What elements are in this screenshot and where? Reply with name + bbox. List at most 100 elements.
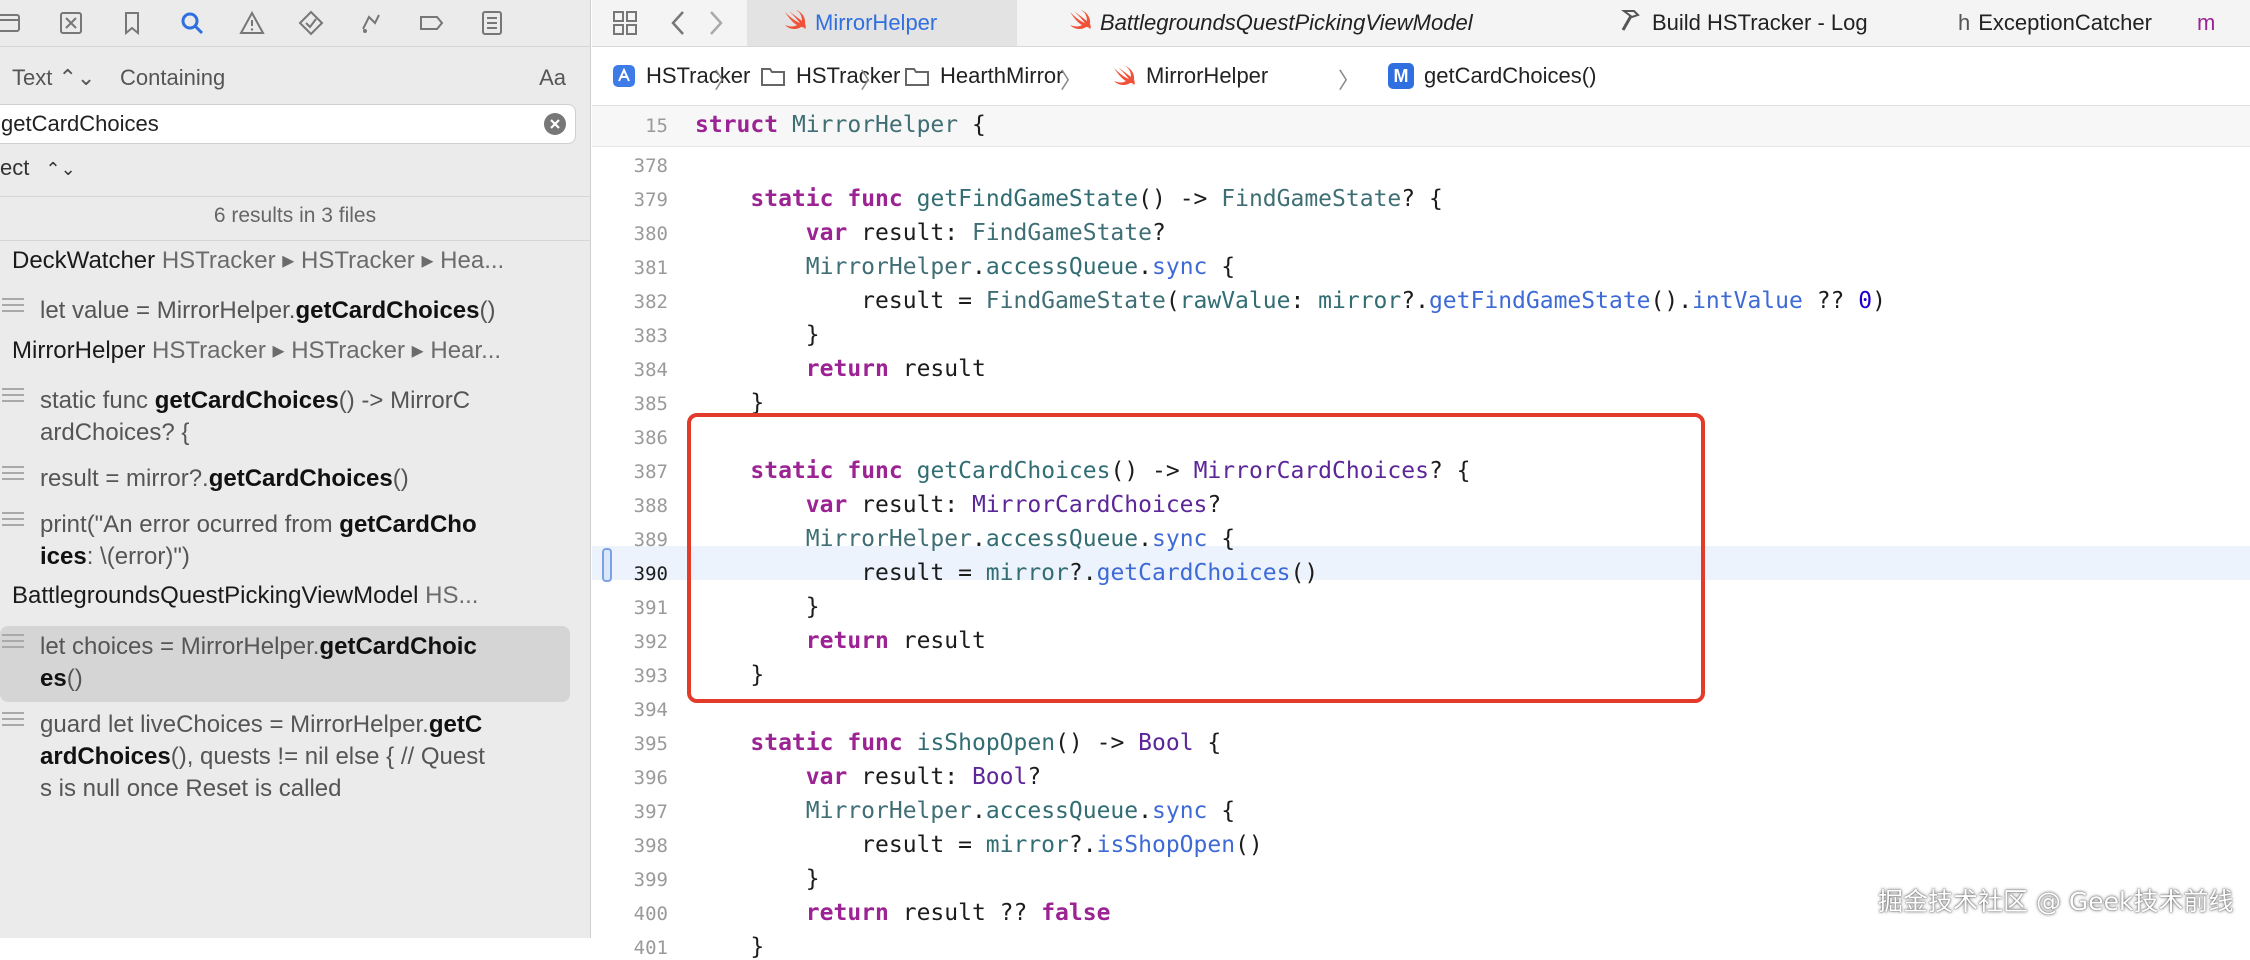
editor-tab[interactable]: m bbox=[2187, 0, 2250, 46]
sticky-scope-code: struct MirrorHelper { bbox=[695, 112, 986, 138]
text-lines-icon bbox=[2, 466, 24, 482]
result-file-path: HSTracker ▸ HSTracker ▸ Hea... bbox=[155, 247, 505, 274]
result-file-path: HSTracker ▸ HSTracker ▸ Hear... bbox=[145, 337, 502, 364]
result-file-path: HS... bbox=[418, 582, 479, 609]
line-number: 393 bbox=[633, 665, 668, 687]
line-number: 378 bbox=[633, 155, 668, 177]
clear-search-icon[interactable] bbox=[543, 112, 567, 136]
breadcrumb-item[interactable]: MirrorHelper bbox=[1112, 63, 1268, 89]
code-line[interactable]: } bbox=[695, 866, 820, 892]
ignore-case-toggle[interactable]: Aa bbox=[539, 65, 566, 91]
breadcrumb-item[interactable]: MgetCardChoices() bbox=[1388, 63, 1596, 89]
breadcrumb-separator: 〉 bbox=[860, 68, 883, 93]
text-lines-icon bbox=[2, 634, 24, 650]
line-number: 382 bbox=[633, 291, 668, 313]
search-input-value[interactable]: getCardChoices bbox=[1, 111, 159, 137]
line-number: 392 bbox=[633, 631, 668, 653]
forward-chevron-icon[interactable] bbox=[700, 8, 730, 38]
result-match-row[interactable]: let value = MirrorHelper.getCardChoices(… bbox=[0, 290, 570, 334]
result-file-row[interactable]: DeckWatcher HSTracker ▸ HSTracker ▸ Hea.… bbox=[12, 246, 572, 282]
code-line[interactable]: var result: FindGameState? bbox=[695, 220, 1166, 246]
code-line[interactable]: var result: Bool? bbox=[695, 764, 1041, 790]
find-navigator-icon[interactable] bbox=[176, 7, 208, 39]
report-navigator-icon[interactable] bbox=[476, 7, 508, 39]
code-line[interactable]: return result bbox=[695, 356, 986, 382]
project-navigator-icon[interactable] bbox=[0, 7, 24, 39]
jump-bar-breadcrumb: HSTracker HSTracker HearthMirror MirrorHelp… bbox=[592, 47, 2250, 106]
find-navigator: Text ⌃⌄ Containing Aa getCardChoices ect… bbox=[0, 0, 591, 938]
result-match-row[interactable]: print("An error ocurred from getCardCho i… bbox=[0, 504, 570, 580]
line-number: 397 bbox=[633, 801, 668, 823]
line-number: 386 bbox=[633, 427, 668, 449]
breakpoint-navigator-icon[interactable] bbox=[415, 7, 447, 39]
breadcrumb-label: MirrorHelper bbox=[1146, 63, 1269, 88]
editor-tab[interactable]: h ExceptionCatcher bbox=[1922, 0, 2182, 46]
breadcrumb-label: HSTracker bbox=[796, 63, 901, 88]
code-line[interactable]: MirrorHelper.accessQueue.sync { bbox=[695, 254, 1235, 280]
result-match-row[interactable]: let choices = MirrorHelper.getCardChoic e… bbox=[0, 626, 570, 702]
header-h-icon: h bbox=[1958, 10, 1971, 35]
search-scope-label: ect bbox=[0, 155, 30, 180]
search-input[interactable]: getCardChoices bbox=[0, 104, 576, 144]
test-navigator-icon[interactable] bbox=[295, 7, 327, 39]
source-control-navigator-icon[interactable] bbox=[55, 7, 87, 39]
line-number: 384 bbox=[633, 359, 668, 381]
code-line[interactable]: static func getFindGameState() -> FindGa… bbox=[695, 186, 1442, 212]
code-line[interactable]: return result ?? false bbox=[695, 900, 1111, 926]
sticky-scope-header: 15 struct MirrorHelper { bbox=[592, 106, 2250, 147]
code-line[interactable]: } bbox=[695, 322, 820, 348]
result-file-row[interactable]: MirrorHelper HSTracker ▸ HSTracker ▸ Hea… bbox=[12, 336, 572, 372]
breadcrumb-item[interactable]: HearthMirror bbox=[904, 63, 1063, 89]
text-lines-icon bbox=[2, 712, 24, 728]
issue-navigator-icon[interactable] bbox=[236, 7, 268, 39]
divider bbox=[0, 240, 590, 241]
code-line[interactable]: static func isShopOpen() -> Bool { bbox=[695, 730, 1221, 756]
watermark: 掘金技术社区 @ Geek技术前线 bbox=[1878, 887, 2234, 916]
search-scope-popup[interactable]: ect ⌃⌄ bbox=[0, 155, 76, 187]
find-kind-popup[interactable]: Text ⌃⌄ bbox=[12, 65, 95, 91]
text-lines-icon bbox=[2, 388, 24, 404]
swift-icon bbox=[1112, 65, 1136, 87]
line-number: 396 bbox=[633, 767, 668, 789]
result-match-row[interactable]: result = mirror?.getCardChoices() bbox=[0, 458, 570, 502]
find-query-options: Text ⌃⌄ Containing Aa bbox=[0, 56, 590, 96]
breadcrumb-label: HearthMirror bbox=[940, 63, 1064, 88]
swift-icon bbox=[1068, 9, 1092, 37]
editor-tab[interactable]: BattlegroundsQuestPickingViewModel bbox=[1032, 0, 1552, 46]
result-match-text: guard let liveChoices = MirrorHelper.get… bbox=[40, 711, 485, 802]
code-line[interactable]: result = mirror?.isShopOpen() bbox=[695, 832, 1263, 858]
breadcrumb-separator: 〉 bbox=[1060, 68, 1083, 93]
bookmark-navigator-icon[interactable] bbox=[116, 7, 148, 39]
editor-tab-label: MirrorHelper bbox=[815, 10, 938, 35]
back-chevron-icon[interactable] bbox=[664, 8, 694, 38]
chevron-updown-icon: ⌃⌄ bbox=[45, 159, 76, 179]
text-lines-icon bbox=[2, 298, 24, 314]
result-file-row[interactable]: BattlegroundsQuestPickingViewModel HS... bbox=[12, 582, 572, 618]
code-line[interactable]: result = FindGameState(rawValue: mirror?… bbox=[695, 288, 1886, 314]
result-match-row[interactable]: static func getCardChoices() -> MirrorC a… bbox=[0, 380, 570, 456]
editor-tab-label: BattlegroundsQuestPickingViewModel bbox=[1100, 10, 1473, 35]
line-number: 391 bbox=[633, 597, 668, 619]
result-match-row[interactable]: guard let liveChoices = MirrorHelper.get… bbox=[0, 704, 570, 812]
line-number: 379 bbox=[633, 189, 668, 211]
line-number: 380 bbox=[633, 223, 668, 245]
code-line[interactable]: MirrorHelper.accessQueue.sync { bbox=[695, 798, 1235, 824]
editor-tab[interactable]: Build HSTracker - Log bbox=[1582, 0, 1902, 46]
line-number: 400 bbox=[633, 903, 668, 925]
related-items-grid-icon[interactable] bbox=[610, 8, 640, 38]
text-lines-icon bbox=[2, 512, 24, 528]
editor-tab-label: Build HSTracker - Log bbox=[1652, 10, 1868, 35]
swift-icon bbox=[783, 9, 807, 37]
result-match-text: result = mirror?.getCardChoices() bbox=[40, 465, 409, 492]
line-number: 387 bbox=[633, 461, 668, 483]
chevron-updown-icon: ⌃⌄ bbox=[58, 65, 96, 90]
line-number: 390 bbox=[633, 563, 668, 585]
line-number: 388 bbox=[633, 495, 668, 517]
debug-navigator-icon[interactable] bbox=[355, 7, 387, 39]
editor-tab[interactable]: MirrorHelper bbox=[747, 0, 1017, 46]
line-number: 399 bbox=[633, 869, 668, 891]
results-summary: 6 results in 3 files bbox=[213, 204, 377, 227]
editor-tab-label: ExceptionCatcher bbox=[1978, 10, 2152, 35]
folder-icon bbox=[904, 65, 930, 87]
find-match-popup[interactable]: Containing bbox=[120, 65, 225, 91]
